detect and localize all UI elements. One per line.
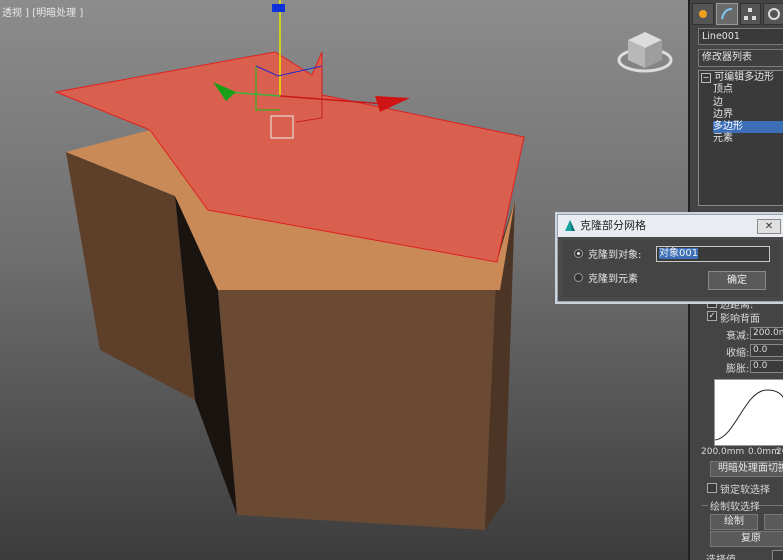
stack-item-label: 顶点 xyxy=(713,84,733,95)
collapse-icon[interactable]: − xyxy=(701,73,711,83)
dialog-title-bar[interactable]: 克隆部分网格 ✕ xyxy=(558,215,783,237)
bubble-label: 膨胀: xyxy=(726,364,750,375)
z-axis-handle xyxy=(272,4,285,12)
clone-partial-mesh-dialog[interactable]: 克隆部分网格 ✕ 克隆到对象: 对象001 克隆到元素 确定 xyxy=(557,214,783,302)
stack-item-label: 边界 xyxy=(713,109,733,120)
paint-button[interactable]: 绘制 xyxy=(710,514,758,530)
stack-item-polygon[interactable]: 多边形 xyxy=(713,121,783,133)
falloff-curve-graph xyxy=(714,379,783,446)
app-logo-icon xyxy=(565,220,575,231)
panel-tab-bar xyxy=(692,3,783,25)
pinch-spinner[interactable]: 0.0 xyxy=(750,344,783,357)
stack-item-vertex[interactable]: 顶点 xyxy=(713,84,733,96)
object-name-input[interactable]: 对象001 xyxy=(656,246,770,262)
hierarchy-icon xyxy=(744,8,757,20)
modifier-stack[interactable]: − 可编辑多边形 顶点 边 边界 多边形 元素 xyxy=(698,70,783,206)
dialog-body: 克隆到对象: 对象001 克隆到元素 确定 xyxy=(562,240,780,297)
stack-item-border[interactable]: 边界 xyxy=(713,109,733,121)
stack-item-edge[interactable]: 边 xyxy=(713,97,723,109)
viewport-label[interactable]: 透视 ] [明暗处理 ] xyxy=(2,4,83,19)
paint-soft-selection-group-label: 绘制软选择 xyxy=(710,502,760,513)
selection-value-label: 选择值 xyxy=(706,551,736,560)
create-icon xyxy=(698,10,707,18)
motion-tab[interactable] xyxy=(763,3,783,25)
modify-icon xyxy=(720,8,732,20)
dialog-title: 克隆部分网格 xyxy=(580,219,646,232)
affect-backfacing-label: 影响背面 xyxy=(720,314,760,325)
affect-backfacing-checkbox[interactable]: ✓ xyxy=(707,311,717,321)
bubble-spinner[interactable]: 0.0 xyxy=(750,360,783,373)
lock-soft-selection-label: 锁定软选择 xyxy=(720,485,770,496)
blur-button[interactable] xyxy=(764,514,783,530)
clone-to-element-label[interactable]: 克隆到元素 xyxy=(588,270,638,285)
clone-to-object-label[interactable]: 克隆到对象: xyxy=(588,246,641,261)
stack-item-element[interactable]: 元素 xyxy=(713,133,733,145)
object-name-field[interactable]: Line001 xyxy=(698,28,783,45)
mesh-front-face[interactable] xyxy=(218,255,497,530)
stack-root-row[interactable]: − 可编辑多边形 xyxy=(701,72,774,84)
curve-left-value: 200.0mm xyxy=(701,447,745,457)
lock-soft-selection-checkbox[interactable] xyxy=(707,483,717,493)
paint-group-line-left xyxy=(702,505,708,506)
clone-to-element-radio[interactable] xyxy=(574,273,583,282)
stack-item-label: 多边形 xyxy=(713,121,743,132)
motion-icon xyxy=(768,8,781,20)
create-tab[interactable] xyxy=(692,3,714,25)
stack-item-label: 元素 xyxy=(713,133,733,144)
falloff-label: 衰减: xyxy=(726,331,750,342)
pinch-label: 收缩: xyxy=(726,348,750,359)
revert-button[interactable]: 复原 xyxy=(710,531,783,547)
clone-to-object-radio[interactable] xyxy=(574,249,583,258)
stack-root-label: 可编辑多边形 xyxy=(714,72,775,83)
object-name-value: 对象001 xyxy=(659,248,699,259)
modify-tab[interactable] xyxy=(715,3,738,25)
paint-group-line-right xyxy=(760,505,783,506)
modifier-list-dropdown[interactable]: 修改器列表 xyxy=(698,49,783,67)
viewcube[interactable] xyxy=(617,32,673,73)
curve-right-value: 200 xyxy=(776,447,783,457)
falloff-spinner[interactable]: 200.0mm xyxy=(750,327,783,340)
shaded-face-toggle-button[interactable]: 明暗处理面切换 xyxy=(710,461,783,477)
selection-value-spinner[interactable] xyxy=(772,550,783,560)
falloff-curve xyxy=(714,389,783,441)
ok-button[interactable]: 确定 xyxy=(708,271,766,290)
stack-item-label: 边 xyxy=(713,97,723,108)
hierarchy-tab[interactable] xyxy=(739,3,762,25)
close-button[interactable]: ✕ xyxy=(757,219,781,234)
